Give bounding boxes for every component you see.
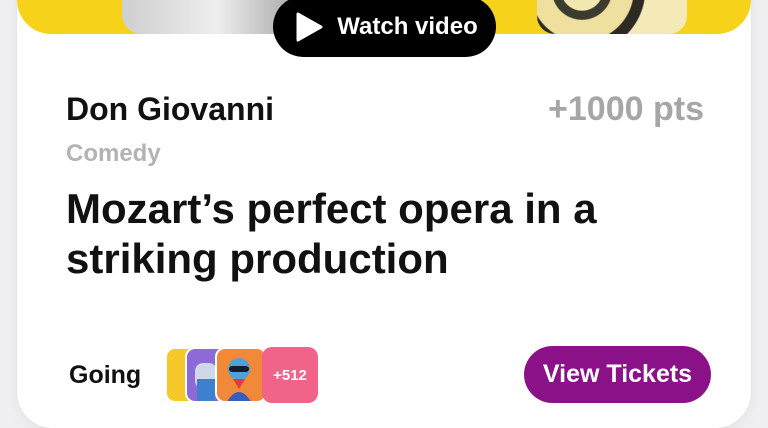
- event-title: Don Giovanni: [66, 91, 274, 127]
- watch-video-button[interactable]: Watch video: [273, 0, 496, 57]
- going-label: Going: [69, 361, 142, 389]
- view-tickets-button[interactable]: View Tickets: [524, 346, 711, 403]
- attendee-avatars[interactable]: +512: [165, 347, 325, 403]
- points-badge: +1000 pts: [548, 90, 704, 128]
- watch-video-label: Watch video: [337, 12, 478, 40]
- play-icon: [296, 12, 323, 41]
- hero-photo-right: [537, 0, 687, 34]
- event-headline: Mozart’s perfect opera in a striking pro…: [66, 185, 597, 282]
- more-attendees-badge: +512: [262, 347, 318, 403]
- event-genre: Comedy: [66, 140, 161, 167]
- avatar-figure-icon: [227, 358, 251, 401]
- avatar: [215, 347, 267, 403]
